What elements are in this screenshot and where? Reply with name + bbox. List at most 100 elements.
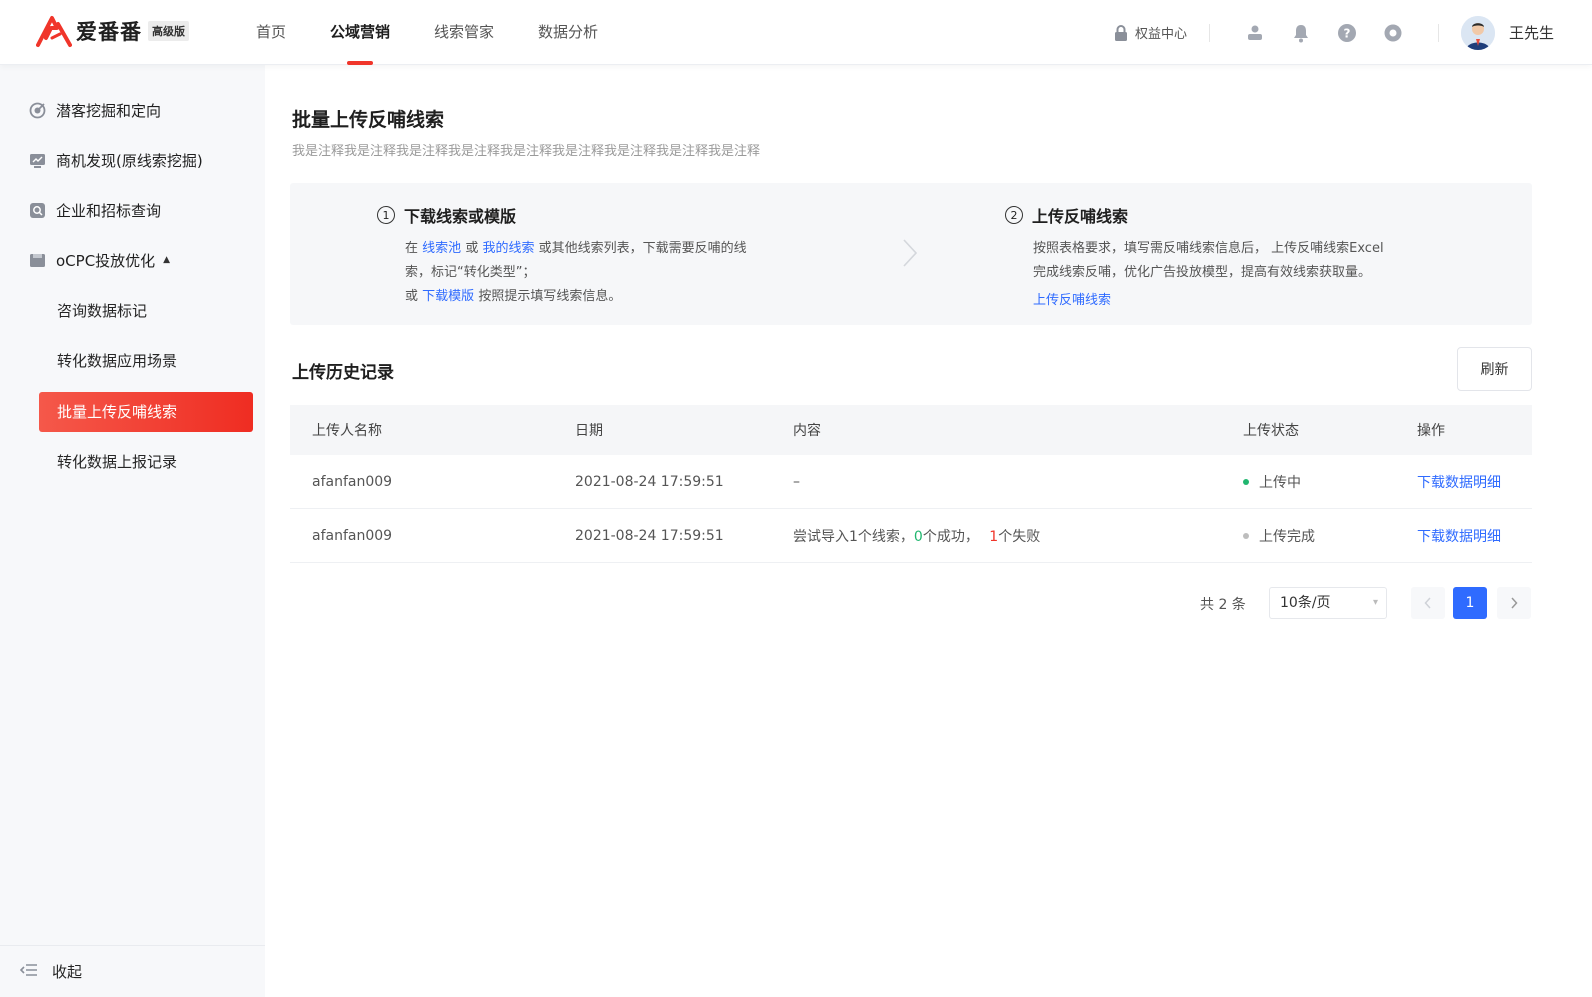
page-button-current[interactable]: 1 <box>1453 587 1487 619</box>
logo-mark-icon <box>36 16 72 47</box>
step-text: 按照表格要求，填写需反哺线索信息后， 上传反哺线索Excel <box>1033 241 1384 256</box>
step-text: 按照提示填写线索信息。 <box>478 289 622 304</box>
chevron-down-icon: ▾ <box>1372 597 1378 608</box>
top-nav: 首页 公域营销 线索管家 数据分析 <box>256 0 642 65</box>
sidebar-collapse-button[interactable]: 收起 <box>0 945 265 997</box>
step-title: 下载线索或模版 <box>404 207 517 226</box>
topnav-home[interactable]: 首页 <box>256 0 286 65</box>
lead-pool-link[interactable]: 线索池 <box>422 241 461 256</box>
upload-leads-link[interactable]: 上传反哺线索 <box>1033 293 1111 308</box>
sidebar-item-label: 企业和招标查询 <box>56 201 162 220</box>
user-name[interactable]: 王先生 <box>1509 22 1554 43</box>
top-header: 爱番番 高级版 首页 公域营销 线索管家 数据分析 权益中心 ? 王先生 <box>0 0 1592 65</box>
content-text: 尝试导入1个线索， <box>793 528 914 545</box>
chevron-right-icon <box>903 239 918 267</box>
next-page-button[interactable] <box>1497 587 1531 619</box>
step-download: 1 下载线索或模版 在 线索池 或 我的线索 或其他线索列表，下载需要反哺的线 … <box>377 203 747 309</box>
step-number: 2 <box>1005 206 1023 224</box>
content-text: 个成功， <box>922 528 979 545</box>
caret-up-icon: ▲ <box>163 255 171 265</box>
chevron-left-icon <box>1424 597 1431 609</box>
svg-text:?: ? <box>1344 26 1351 40</box>
download-detail-link[interactable]: 下载数据明细 <box>1417 529 1501 545</box>
table-row: afanfan009 2021-08-24 17:59:51 尝试导入1个线索，… <box>290 509 1532 563</box>
status-label: 上传完成 <box>1259 528 1315 545</box>
content-cell: – <box>793 473 800 490</box>
step-body: 在 线索池 或 我的线索 或其他线索列表，下载需要反哺的线 索，标记“转化类型”… <box>405 237 747 309</box>
column-header: 操作 <box>1417 423 1445 439</box>
step-text: 在 <box>405 241 419 256</box>
step-text: 或 <box>465 241 479 256</box>
uploader-cell: afanfan009 <box>312 527 393 544</box>
my-leads-link[interactable]: 我的线索 <box>482 241 534 256</box>
download-detail-link[interactable]: 下载数据明细 <box>1417 475 1501 491</box>
step-upload: 2 上传反哺线索 按照表格要求，填写需反哺线索信息后， 上传反哺线索Excel … <box>1005 203 1384 313</box>
history-table: 上传人名称 日期 内容 上传状态 操作 afanfan009 2021-08-2… <box>290 405 1532 563</box>
sidebar-item-label: 商机发现(原线索挖掘) <box>56 151 203 170</box>
bell-icon[interactable] <box>1289 21 1313 45</box>
table-header: 上传人名称 日期 内容 上传状态 操作 <box>290 405 1532 455</box>
column-header: 内容 <box>793 423 821 439</box>
sidebar-sub-batch-upload[interactable]: 批量上传反哺线索 <box>39 392 253 432</box>
sidebar-sub-report-record[interactable]: 转化数据上报记录 <box>57 451 177 472</box>
step-title: 上传反哺线索 <box>1032 207 1129 226</box>
settings-icon[interactable] <box>1381 21 1405 45</box>
status-cell: 上传中 <box>1243 472 1417 492</box>
upload-steps-panel: 1 下载线索或模版 在 线索池 或 我的线索 或其他线索列表，下载需要反哺的线 … <box>290 183 1532 325</box>
collapse-icon <box>19 963 38 981</box>
org-icon[interactable] <box>1243 21 1267 45</box>
header-actions: 权益中心 ? 王先生 <box>1113 0 1554 65</box>
topnav-lead-manager[interactable]: 线索管家 <box>434 0 494 65</box>
monitor-icon <box>28 151 46 169</box>
sidebar-item-ocpc[interactable]: oCPC投放优化 ▲ <box>28 248 170 272</box>
sidebar-item-opportunity[interactable]: 商机发现(原线索挖掘) <box>28 148 203 172</box>
help-icon[interactable]: ? <box>1335 21 1359 45</box>
app-logo[interactable]: 爱番番 高级版 <box>36 14 189 48</box>
sidebar-item-enterprise-query[interactable]: 企业和招标查询 <box>28 198 161 222</box>
folder-icon <box>28 251 46 269</box>
topnav-public-marketing[interactable]: 公域营销 <box>330 0 390 65</box>
status-dot <box>1243 532 1249 539</box>
header-divider <box>1208 23 1210 42</box>
uploader-cell: afanfan009 <box>312 473 393 490</box>
topnav-data-analysis[interactable]: 数据分析 <box>538 0 598 65</box>
main-content: 批量上传反哺线索 我是注释我是注释我是注释我是注释我是注释我是注释我是注释我是注… <box>265 65 1592 997</box>
collapse-label: 收起 <box>52 963 83 981</box>
step-text: 或其他线索列表，下载需要反哺的线 <box>538 241 747 256</box>
date-cell: 2021-08-24 17:59:51 <box>575 473 724 490</box>
sidebar-sub-consult-mark[interactable]: 咨询数据标记 <box>57 300 147 321</box>
step-text: 索，标记“转化类型”； <box>405 265 536 280</box>
fail-count: 1 <box>989 528 999 545</box>
edition-badge: 高级版 <box>148 21 189 41</box>
page-size-select[interactable]: 10条/页 ▾ <box>1269 587 1387 619</box>
page-size-value: 10条/页 <box>1280 595 1331 611</box>
history-title: 上传历史记录 <box>292 363 394 383</box>
content-cell: 尝试导入1个线索，0个成功， 1个失败 <box>793 526 1243 546</box>
step-body: 按照表格要求，填写需反哺线索信息后， 上传反哺线索Excel 完成线索反哺，优化… <box>1033 237 1384 313</box>
status-cell: 上传完成 <box>1243 526 1417 546</box>
refresh-button[interactable]: 刷新 <box>1457 347 1532 391</box>
search-doc-icon <box>28 201 46 219</box>
lock-icon <box>1114 24 1127 41</box>
content-text: 个失败 <box>998 528 1041 545</box>
target-icon <box>28 101 46 119</box>
rights-center-link[interactable]: 权益中心 <box>1113 23 1187 42</box>
pagination: 共 2 条 10条/页 ▾ 1 <box>265 585 1532 621</box>
logo-text: 爱番番 <box>76 20 142 44</box>
page-title: 批量上传反哺线索 <box>292 109 445 131</box>
total-count: 共 2 条 <box>1200 597 1246 613</box>
success-count: 0 <box>913 528 923 545</box>
status-dot <box>1243 478 1249 485</box>
status-label: 上传中 <box>1259 474 1301 491</box>
sidebar-item-prospect-mining[interactable]: 潜客挖掘和定向 <box>28 98 161 122</box>
prev-page-button[interactable] <box>1411 587 1445 619</box>
sidebar-item-label: oCPC投放优化 <box>56 251 156 270</box>
header-divider-2 <box>1437 23 1439 42</box>
date-cell: 2021-08-24 17:59:51 <box>575 527 724 544</box>
user-avatar[interactable] <box>1460 15 1495 50</box>
sidebar-sub-conversion-scenario[interactable]: 转化数据应用场景 <box>57 350 177 371</box>
download-template-link[interactable]: 下载模版 <box>422 289 474 304</box>
column-header: 上传状态 <box>1243 423 1299 439</box>
column-header: 日期 <box>575 423 603 439</box>
page-description: 我是注释我是注释我是注释我是注释我是注释我是注释我是注释我是注释我是注释 <box>292 144 761 159</box>
